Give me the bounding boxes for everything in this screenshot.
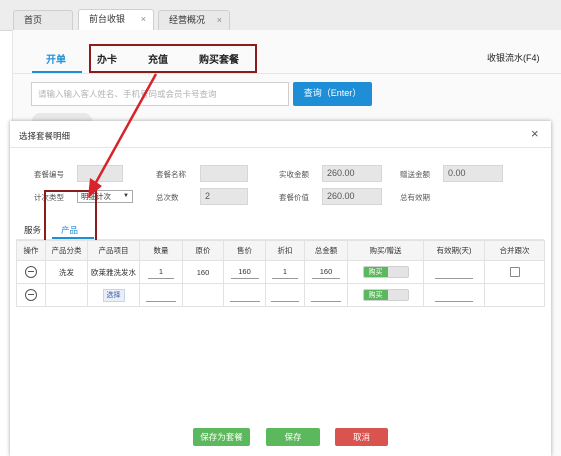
annotation-arrow-line <box>92 73 158 187</box>
annotation-arrow-head <box>88 178 102 198</box>
annotation-arrow <box>88 73 158 198</box>
